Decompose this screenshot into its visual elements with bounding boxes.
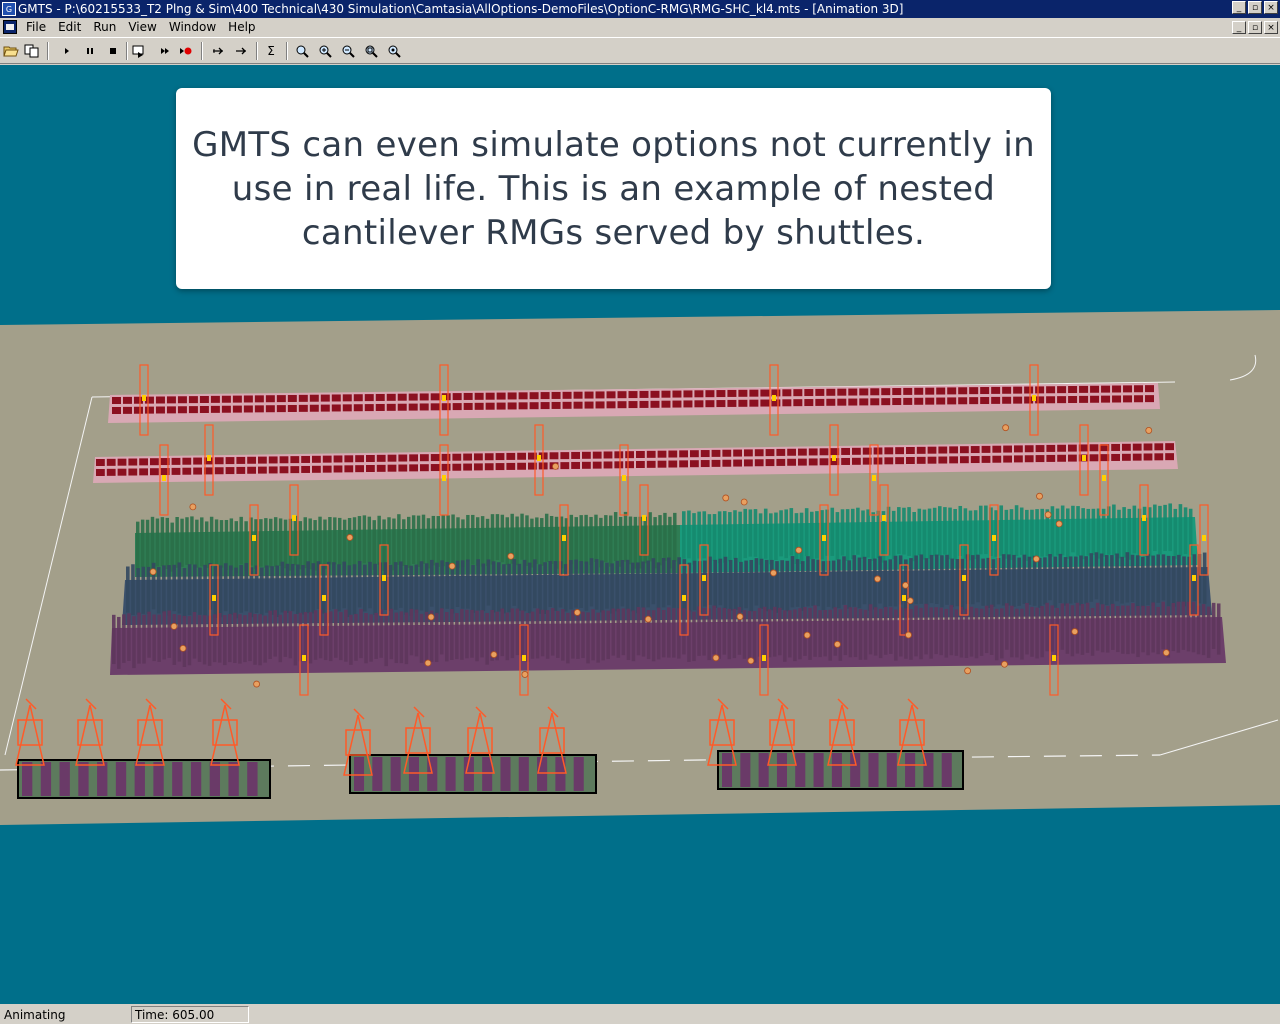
menu-help[interactable]: Help [222, 18, 261, 37]
child-minimize-button[interactable]: _ [1232, 21, 1246, 34]
menu-run[interactable]: Run [87, 18, 122, 37]
status-bar: Animating Time: 605.00 [0, 1004, 1280, 1024]
menu-bar: File Edit Run View Window Help _ ▫ × [0, 18, 1280, 37]
zoom-5-icon[interactable] [385, 42, 403, 60]
restore-button[interactable]: ▫ [1248, 1, 1262, 14]
title-bar: G GMTS - P:\60215533_T2 Plng & Sim\400 T… [0, 0, 1280, 18]
menu-edit[interactable]: Edit [52, 18, 87, 37]
caption-callout: GMTS can even simulate options not curre… [176, 88, 1051, 289]
app-icon: G [2, 2, 16, 16]
caption-text: GMTS can even simulate options not curre… [189, 123, 1039, 255]
copy-icon[interactable] [23, 42, 41, 60]
record-icon[interactable] [177, 42, 195, 60]
vessel-3 [718, 751, 963, 789]
zoom-2-icon[interactable] [316, 42, 334, 60]
svg-text:G: G [6, 5, 12, 14]
jump-forward-icon[interactable] [232, 42, 250, 60]
play-icon[interactable] [58, 42, 76, 60]
pause-icon[interactable] [81, 42, 99, 60]
child-close-button[interactable]: × [1264, 21, 1278, 34]
status-time: Time: 605.00 [131, 1006, 249, 1023]
sigma-icon[interactable]: Σ [262, 42, 280, 60]
fast-forward-icon[interactable] [156, 42, 174, 60]
zoom-1-icon[interactable] [293, 42, 311, 60]
document-icon[interactable] [3, 20, 17, 34]
jump-back-icon[interactable] [209, 42, 227, 60]
stop-icon[interactable] [104, 42, 122, 60]
menu-view[interactable]: View [122, 18, 162, 37]
close-button[interactable]: × [1264, 1, 1278, 14]
status-state: Animating [0, 1006, 130, 1023]
zoom-4-icon[interactable] [362, 42, 380, 60]
toolbar: Σ [0, 37, 1280, 64]
menu-window[interactable]: Window [163, 18, 222, 37]
open-icon[interactable] [2, 42, 20, 60]
window-title: GMTS - P:\60215533_T2 Plng & Sim\400 Tec… [18, 0, 903, 18]
zoom-3-icon[interactable] [339, 42, 357, 60]
minimize-button[interactable]: _ [1232, 1, 1246, 14]
vessel-2 [350, 755, 596, 793]
step-icon[interactable] [130, 42, 148, 60]
child-restore-button[interactable]: ▫ [1248, 21, 1262, 34]
menu-file[interactable]: File [20, 18, 52, 37]
